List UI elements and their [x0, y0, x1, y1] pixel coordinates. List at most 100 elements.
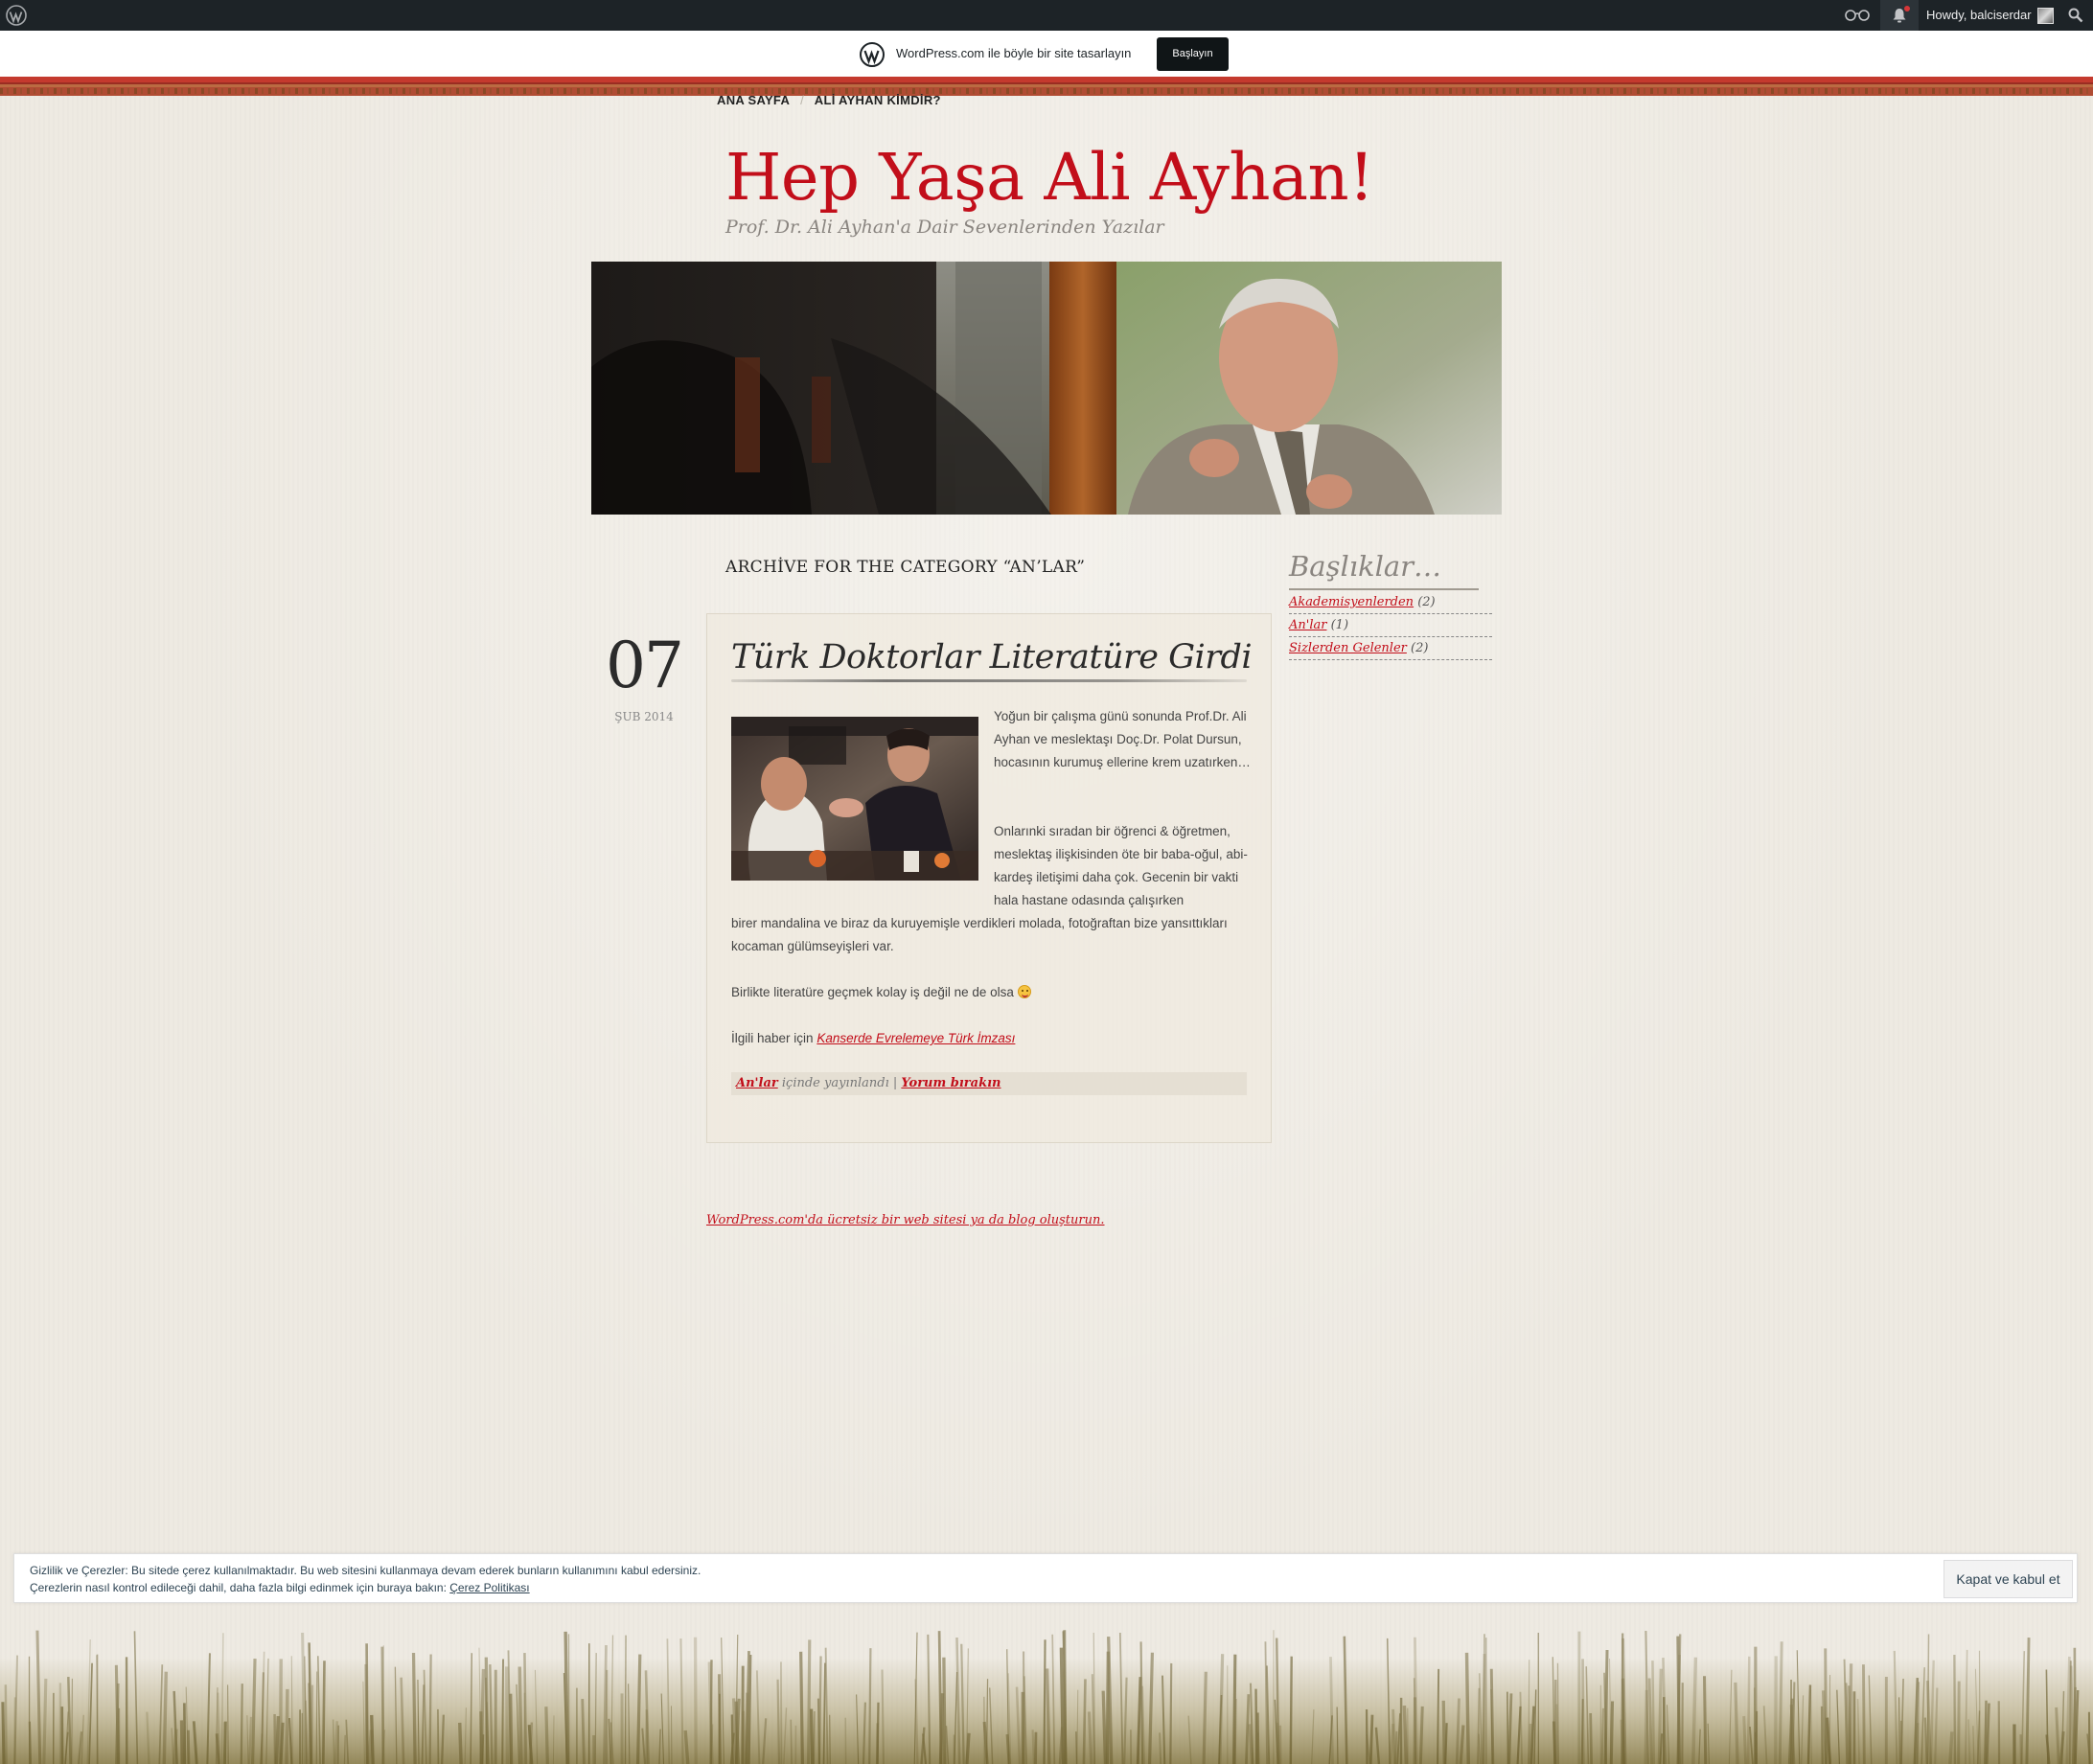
post-category-link[interactable]: An'lar: [736, 1076, 778, 1090]
footer-wpcom-link[interactable]: WordPress.com'da ücretsiz bir web sitesi…: [706, 1213, 1105, 1227]
grass-blade: [1140, 1685, 1146, 1764]
grass-blade: [1862, 1664, 1866, 1764]
grass-blade: [1581, 1659, 1585, 1764]
category-link-anlar[interactable]: An'lar: [1289, 618, 1326, 632]
cookie-line-2-text: Çerezlerin nasıl kontrol edileceği dahil…: [30, 1581, 447, 1594]
grass-blade: [4, 1684, 8, 1764]
grass-blade: [1392, 1708, 1396, 1764]
grass-blade: [635, 1654, 642, 1764]
category-item: Sizlerden Gelenler (2): [1289, 637, 1492, 660]
grass-blade: [114, 1664, 120, 1764]
grass-blade: [693, 1637, 698, 1764]
start-button[interactable]: Başlayın: [1157, 37, 1229, 71]
grass-blade: [552, 1715, 555, 1764]
notifications-button[interactable]: [1880, 0, 1919, 31]
grass-blade: [809, 1708, 815, 1764]
grass-blade: [1600, 1707, 1604, 1764]
post-photo[interactable]: [731, 717, 978, 881]
category-item: An'lar (1): [1289, 614, 1492, 637]
avatar[interactable]: [2037, 8, 2054, 24]
grass-blade: [457, 1722, 463, 1764]
grass-blade: [285, 1688, 289, 1764]
category-count: (2): [1417, 595, 1436, 609]
grass-blade: [1394, 1730, 1398, 1764]
nav-item-home[interactable]: ANA SAYFA: [717, 93, 790, 107]
grass-blade: [343, 1734, 346, 1764]
grass-blade: [509, 1693, 514, 1764]
grass-blade: [1256, 1712, 1260, 1764]
grass-blade: [1589, 1713, 1593, 1764]
grass-blade: [564, 1631, 569, 1764]
category-link-sizlerden-gelenler[interactable]: Sizlerden Gelenler: [1289, 641, 1407, 655]
grass-blade: [581, 1699, 586, 1764]
grass-blade: [42, 1678, 48, 1764]
grass-blade: [179, 1720, 184, 1764]
grass-blade: [1778, 1641, 1783, 1764]
grass-blade: [172, 1729, 178, 1764]
grass-blade: [1418, 1706, 1424, 1764]
post-meta: An'lar içinde yayınlandı | Yorum bırakın: [731, 1072, 1247, 1095]
cookie-line-2: Çerezlerin nasıl kontrol edileceği dahil…: [30, 1579, 701, 1596]
grass-blade: [1031, 1730, 1036, 1764]
wordpress-logo-icon: [860, 42, 885, 67]
grass-blade: [776, 1679, 781, 1764]
grass-blade: [1289, 1656, 1293, 1764]
reader-icon[interactable]: [1844, 8, 1871, 23]
grass-blade: [1159, 1732, 1162, 1764]
nav-separator: /: [800, 93, 804, 107]
grass-blade: [1948, 1731, 1954, 1764]
grass-blade: [428, 1654, 432, 1764]
grass-blade: [1336, 1707, 1339, 1764]
top-navigation: ANA SAYFA / ALİ AYHAN KİMDİR?: [717, 93, 941, 110]
grass-blade: [370, 1714, 375, 1764]
grass-blade: [799, 1651, 804, 1764]
grass-blade: [1746, 1656, 1751, 1764]
grass-blade: [1043, 1639, 1046, 1764]
grass-blade: [1528, 1660, 1530, 1764]
site-title[interactable]: Hep Yaşa Ali Ayhan!: [725, 140, 1374, 215]
wpcom-banner: WordPress.com ile böyle bir site tasarla…: [0, 31, 2093, 77]
post-date-month-year: ŞUB 2014: [614, 710, 674, 723]
post-paragraph: birer mandalina ve biraz da kuruyemişle …: [731, 916, 1228, 953]
grass-blade: [1402, 1706, 1409, 1764]
grass-blade: [876, 1702, 880, 1764]
grass-blade: [1169, 1662, 1173, 1764]
grass-blade: [1984, 1700, 1988, 1764]
leave-comment-link[interactable]: Yorum bırakın: [901, 1076, 1000, 1090]
grass-blade: [365, 1643, 369, 1764]
categories-widget-title: Başlıklar…: [1289, 550, 1442, 583]
grass-blade: [529, 1722, 534, 1764]
post-title[interactable]: Türk Doktorlar Literatüre Girdi: [731, 638, 1253, 676]
grass-blade: [279, 1722, 285, 1764]
wordpress-logo-icon[interactable]: [6, 5, 27, 26]
grass-blade: [624, 1635, 627, 1764]
nav-item-about[interactable]: ALİ AYHAN KİMDİR?: [815, 93, 941, 107]
grass-blade: [1657, 1668, 1663, 1764]
grass-blade: [501, 1659, 505, 1764]
accept-cookies-button[interactable]: Kapat ve kabul et: [1944, 1560, 2073, 1598]
grass-blade: [1329, 1657, 1334, 1764]
category-link-akademisyenlerden[interactable]: Akademisyenlerden: [1289, 595, 1414, 609]
grass-blade: [1609, 1701, 1615, 1764]
search-icon[interactable]: [2068, 8, 2083, 23]
cookie-banner: Gizlilik ve Çerezler: Bu sitede çerez ku…: [13, 1553, 2078, 1603]
grass-blade: [518, 1666, 523, 1764]
cookie-policy-link[interactable]: Çerez Politikası: [449, 1581, 529, 1594]
howdy-user-menu[interactable]: Howdy, balciserdar: [1926, 0, 2032, 31]
grass-blade: [790, 1719, 793, 1764]
grass-blade: [1, 1702, 6, 1764]
grass-blade: [1464, 1652, 1471, 1764]
cookie-line-1: Gizlilik ve Çerezler: Bu sitede çerez ku…: [30, 1564, 702, 1577]
grass-blade: [1953, 1655, 1957, 1764]
grass-blade: [1368, 1714, 1374, 1764]
grass-blade: [523, 1653, 528, 1764]
grass-blade: [1082, 1679, 1087, 1764]
post-date-day: 07: [606, 629, 684, 702]
category-count: (2): [1411, 641, 1429, 655]
grass-blade: [1105, 1651, 1111, 1764]
grass-blade: [868, 1648, 872, 1764]
grass-blade: [1254, 1688, 1258, 1764]
banner-text: WordPress.com ile böyle bir site tasarla…: [896, 46, 1132, 60]
post-paragraph: Yoğun bir çalışma günü sonunda Prof.Dr. …: [994, 709, 1251, 769]
related-news-link[interactable]: Kanserde Evrelemeye Türk İmzası: [816, 1031, 1015, 1045]
